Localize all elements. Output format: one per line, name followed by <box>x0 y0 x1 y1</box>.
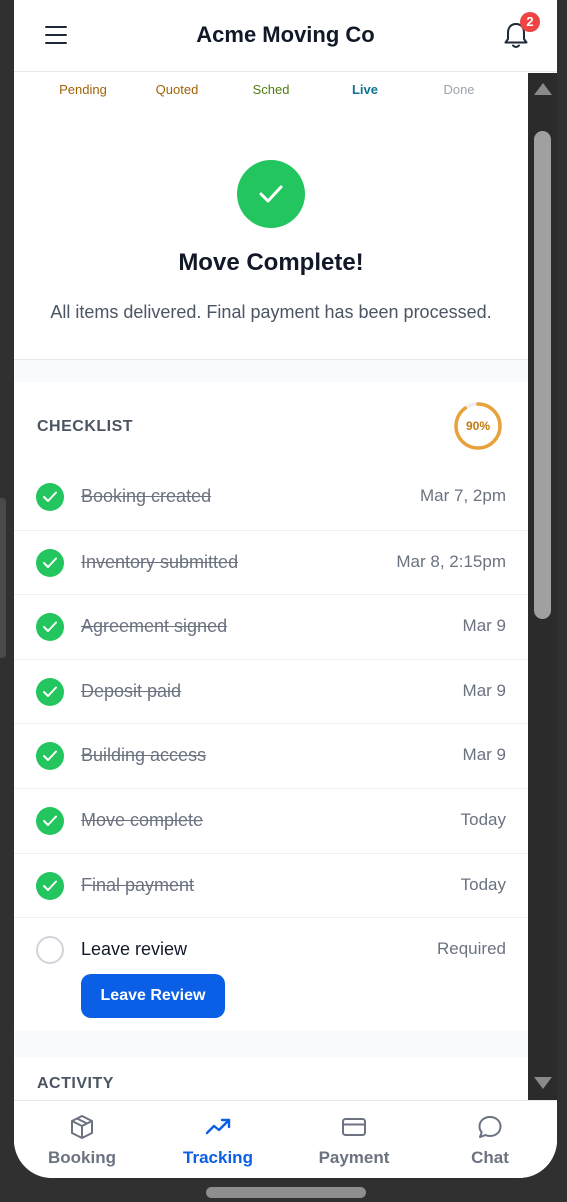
checklist-item: Building access Mar 9 <box>14 723 528 788</box>
checklist: Booking created Mar 7, 2pm Inventory sub… <box>14 465 528 1032</box>
checklist-item-review: Leave review Required Leave Review <box>14 917 528 1032</box>
checklist-item-date: Mar 9 <box>462 680 506 700</box>
card-icon <box>342 1118 366 1136</box>
scroll-content: Pending Quoted Sched Live Done Move Comp… <box>14 73 528 1100</box>
status-tab-done: Done <box>443 82 475 97</box>
empty-circle-icon[interactable] <box>36 936 64 965</box>
checklist-item-label: Deposit paid <box>81 680 182 701</box>
status-tab-quoted: Quoted <box>155 82 199 97</box>
box-icon <box>71 1115 93 1139</box>
section-gap <box>14 360 528 382</box>
nav-label: Chat <box>471 1148 509 1167</box>
success-check-icon <box>237 160 305 228</box>
nav-label: Tracking <box>183 1148 253 1167</box>
side-edge-handle <box>0 498 6 658</box>
check-circle-icon <box>36 806 64 835</box>
phone-screen: Acme Moving Co 2 Pending Quoted Sched Li… <box>14 0 557 1178</box>
check-circle-icon <box>36 548 64 577</box>
checklist-item-label: Booking created <box>81 486 212 506</box>
activity-heading: ACTIVITY <box>37 1075 114 1092</box>
scroll-up-arrow-icon[interactable] <box>534 83 552 95</box>
checklist-item: Move complete Today <box>14 787 528 853</box>
section-gap <box>14 1031 528 1057</box>
trend-icon <box>205 1118 231 1135</box>
review-label: Leave review <box>81 939 188 960</box>
check-circle-icon <box>36 613 64 642</box>
checklist-item: Booking created Mar 7, 2pm <box>14 465 528 530</box>
completion-subtitle: All items delivered. Final payment has b… <box>50 302 492 322</box>
nav-label: Payment <box>318 1148 390 1167</box>
scroll-down-arrow-icon[interactable] <box>534 1077 552 1089</box>
progress-percent: 90% <box>465 419 491 433</box>
completion-title: Move Complete! <box>178 249 364 276</box>
checklist-item-label: Inventory submitted <box>81 551 239 572</box>
home-indicator[interactable] <box>206 1187 366 1198</box>
app-header: Acme Moving Co 2 <box>14 0 557 72</box>
check-circle-icon <box>36 677 64 706</box>
chat-bubble-icon <box>478 1116 502 1138</box>
nav-tracking[interactable]: Tracking <box>150 1101 286 1178</box>
leave-review-button[interactable]: Leave Review <box>81 974 225 1019</box>
checklist-item: Final payment Today <box>14 852 528 918</box>
nav-label: Booking <box>48 1148 116 1167</box>
checklist-item-date: Today <box>460 809 506 829</box>
checklist-item: Inventory submitted Mar 8, 2:15pm <box>14 529 528 595</box>
scrollbar[interactable] <box>528 73 557 1100</box>
nav-chat[interactable]: Chat <box>422 1101 557 1178</box>
checklist-item-date: Today <box>460 874 506 894</box>
check-circle-icon <box>36 483 64 511</box>
status-tab-live: Live <box>351 82 378 97</box>
checklist-item: Deposit paid Mar 9 <box>14 658 528 724</box>
checklist-item: Agreement signed Mar 9 <box>14 594 528 659</box>
check-circle-icon <box>36 742 64 771</box>
checklist-item-date: Mar 8, 2:15pm <box>396 551 506 571</box>
notification-badge: 2 <box>520 12 540 32</box>
status-tab-sched: Sched <box>252 82 290 97</box>
check-circle-icon <box>36 871 64 900</box>
nav-payment[interactable]: Payment <box>286 1101 422 1178</box>
app-title: Acme Moving Co <box>196 22 375 47</box>
checklist-heading: CHECKLIST <box>37 418 134 435</box>
status-tab-pending: Pending <box>59 82 107 97</box>
checklist-item-date: Mar 9 <box>462 616 506 636</box>
status-tabs: Pending Quoted Sched Live Done <box>14 73 528 105</box>
checklist-item-label: Agreement signed <box>81 616 228 637</box>
review-status: Required <box>437 939 506 959</box>
checklist-item-label: Move complete <box>81 809 204 830</box>
checklist-item-date: Mar 9 <box>462 745 506 765</box>
checklist-item-label: Final payment <box>81 874 195 895</box>
checklist-item-label: Building access <box>81 745 207 766</box>
scrollbar-thumb[interactable] <box>534 131 551 619</box>
nav-booking[interactable]: Booking <box>14 1101 150 1178</box>
checklist-item-date: Mar 7, 2pm <box>420 486 506 505</box>
bottom-nav: Booking Tracking Payment Chat <box>14 1100 557 1178</box>
